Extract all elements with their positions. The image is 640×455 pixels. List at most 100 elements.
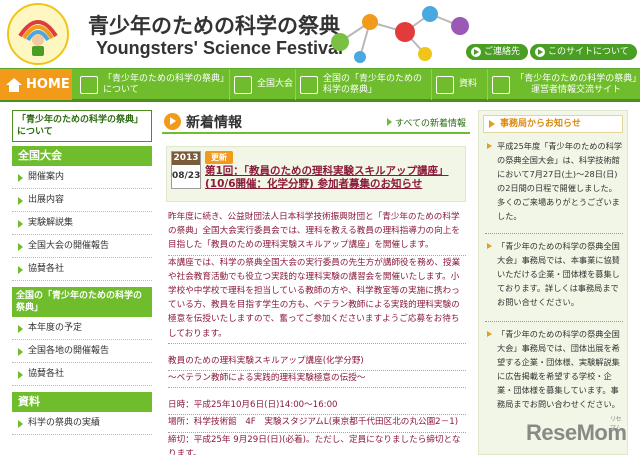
contact-button-label: ご連絡先: [484, 47, 521, 57]
person-icon: [80, 75, 98, 94]
nav-docs-label: 資料: [459, 79, 478, 89]
event-place: 場所：科学技術館 4F 実験スタジアムL(東京都千代田区北の丸公園2－1): [168, 415, 466, 433]
notice-text: 平成25年度「青少年のための科学の祭典全国大会」は、科学技術館において7月27日…: [497, 141, 623, 221]
exchange-icon: [492, 75, 510, 94]
sidebar-section-local-label: 全国の「青少年のための科学の祭典」: [16, 291, 143, 313]
sidebar-section-national[interactable]: 全国大会: [12, 146, 152, 166]
notice-item: 平成25年度「青少年のための科学の祭典全国大会」は、科学技術館において7月27日…: [485, 139, 623, 223]
molecule-illustration: [331, 6, 469, 63]
sidebar-item-event-guide[interactable]: 開催案内: [12, 166, 152, 189]
notice-text: 「青少年のための科学の祭典全国大会」事務局では、本事業に協賛いただける企業・団体…: [497, 241, 620, 307]
arrow-circle-icon: [535, 47, 545, 57]
sidebar-item-label: 実験解説集: [28, 218, 74, 228]
sidebar-section-about-label: 「青少年のための科学の祭典」について: [17, 115, 144, 137]
arrow-circle-icon: [164, 113, 181, 130]
bullet-icon: [487, 243, 492, 249]
article-paragraph: 昨年度に続き、公益財団法人日本科学技術振興財団と「青少年のための科学の祭典」全国…: [168, 210, 466, 256]
article-header: 2013 08/23 更新 第1回：「教員のための理科実験スキルアップ講座」(1…: [166, 146, 466, 202]
sidebar-section-docs-label: 資料: [18, 395, 40, 408]
nav-exchange-label: 「青少年のための科学の祭典」運営者情報交流サイト: [515, 73, 637, 95]
sidebar-item-label: 本年度の予定: [28, 323, 83, 333]
nav-home-label: HOME: [26, 77, 70, 92]
main-nav: HOME 「青少年のための科学の祭典」について 全国大会 全国の「青少年のための…: [0, 68, 640, 102]
nav-about[interactable]: 「青少年のための科学の祭典」について: [76, 69, 230, 100]
nav-national[interactable]: 全国大会: [230, 69, 296, 100]
sidebar-item-national-report[interactable]: 全国大会の開催報告: [12, 235, 152, 258]
date-month-day: 08/23: [172, 171, 201, 181]
sidebar-item-label: 開催案内: [28, 172, 65, 182]
triangle-icon: [489, 120, 495, 128]
bullet-icon: [18, 266, 23, 274]
bullet-icon: [487, 331, 492, 337]
sidebar-item-sponsors[interactable]: 協賛各社: [12, 258, 152, 281]
news-header: 新着情報 すべての新着情報: [162, 110, 470, 134]
divider: [485, 321, 623, 322]
notice-text: 「青少年のための科学の祭典全国大会」事務局では、団体出展を希望する企業・団体様、…: [497, 329, 620, 409]
arrow-circle-icon: [471, 47, 481, 57]
event-date: 日時：平成25年10月6日(日)14:00～16:00: [168, 398, 466, 416]
about-site-button-label: このサイトについて: [548, 47, 629, 57]
site-header: 青少年のための科学の祭典 Youngsters' Science Festiva…: [0, 0, 640, 66]
bullet-icon: [18, 420, 23, 428]
bullet-icon: [18, 325, 23, 333]
main-content: 新着情報 すべての新着情報 2013 08/23 更新 第1回：「教員のための理…: [162, 110, 470, 455]
page: 青少年のための科学の祭典 Youngsters' Science Festiva…: [0, 0, 640, 455]
notice-header: 事務局からお知らせ: [483, 115, 623, 133]
divider: [485, 233, 623, 234]
nav-docs[interactable]: 資料: [432, 69, 488, 100]
home-icon: [6, 77, 22, 92]
sidebar-item-schedule[interactable]: 本年度の予定: [12, 317, 152, 340]
sidebar-item-label: 科学の祭典の実績: [28, 418, 101, 428]
update-badge: 更新: [205, 151, 233, 164]
course-name: 教員のための理科実験スキルアップ講座(化学分野): [168, 354, 466, 372]
date-badge: 2013 08/23: [171, 151, 201, 189]
document-icon: [436, 75, 454, 94]
sidebar-item-exhibits[interactable]: 出展内容: [12, 189, 152, 212]
notice-item: 「青少年のための科学の祭典全国大会」事務局では、団体出展を希望する企業・団体様、…: [485, 327, 623, 411]
sidebar-section-national-label: 全国大会: [18, 149, 62, 162]
nav-national-label: 全国大会: [257, 79, 294, 89]
bullet-icon: [18, 348, 23, 356]
national-icon: [234, 75, 252, 94]
nav-home[interactable]: HOME: [0, 69, 72, 100]
sidebar-item-label: 出展内容: [28, 195, 65, 205]
nav-local-label: 全国の「青少年のための科学の祭典」: [323, 73, 423, 95]
sidebar-item-label: 協賛各社: [28, 369, 65, 379]
event-deadline: 締切：平成25年 9月29日(日)(必着)。ただし、定員になりましたら締切となり…: [168, 433, 466, 455]
festival-logo[interactable]: [6, 2, 70, 66]
bullet-icon: [18, 220, 23, 228]
contact-button[interactable]: ご連絡先: [466, 44, 529, 60]
sidebar-item-label: 全国大会の開催報告: [28, 241, 110, 251]
date-year: 2013: [172, 152, 200, 165]
resemom-watermark: ReseMom リセマム: [526, 417, 627, 446]
course-subtitle: ～ベテラン教師による実践的理科実験極意の伝授～: [168, 371, 466, 389]
sidebar-item-label: 協賛各社: [28, 264, 65, 274]
bullet-icon: [18, 197, 23, 205]
notice-sidebar: 事務局からお知らせ 平成25年度「青少年のための科学の祭典全国大会」は、科学技術…: [478, 110, 628, 455]
sidebar-section-about[interactable]: 「青少年のための科学の祭典」について: [12, 110, 152, 142]
map-icon: [300, 75, 318, 94]
sidebar-section-docs[interactable]: 資料: [12, 392, 152, 412]
notice-item: 「青少年のための科学の祭典全国大会」事務局では、本事業に協賛いただける企業・団体…: [485, 239, 623, 309]
bullet-icon: [18, 243, 23, 251]
notice-header-label: 事務局からお知らせ: [500, 119, 581, 129]
all-news-link[interactable]: すべての新着情報: [386, 116, 466, 129]
bullet-icon: [18, 371, 23, 379]
article-body: 昨年度に続き、公益財団法人日本科学技術振興財団と「青少年のための科学の祭典」全国…: [168, 210, 466, 455]
nav-about-label: 「青少年のための科学の祭典」について: [103, 73, 225, 95]
article-title[interactable]: 第1回：「教員のための理科実験スキルアップ講座」(10/6開催：化学分野) 参加…: [205, 165, 463, 191]
sidebar-item-local-report[interactable]: 全国各地の開催報告: [12, 340, 152, 363]
left-sidebar: 「青少年のための科学の祭典」について 全国大会 開催案内 出展内容 実験解説集 …: [12, 110, 152, 455]
sidebar-item-track-record[interactable]: 科学の祭典の実績: [12, 412, 152, 435]
sidebar-section-local[interactable]: 全国の「青少年のための科学の祭典」: [12, 287, 152, 317]
nav-exchange[interactable]: 「青少年のための科学の祭典」運営者情報交流サイト: [488, 69, 640, 100]
news-title: 新着情報: [186, 115, 242, 131]
watermark-sub: リセマム: [610, 417, 622, 432]
sidebar-item-label: 全国各地の開催報告: [28, 346, 110, 356]
bullet-icon: [487, 143, 492, 149]
sidebar-item-experiments[interactable]: 実験解説集: [12, 212, 152, 235]
triangle-icon: [386, 118, 392, 126]
sidebar-item-local-sponsors[interactable]: 協賛各社: [12, 363, 152, 386]
nav-local[interactable]: 全国の「青少年のための科学の祭典」: [296, 69, 432, 100]
about-site-button[interactable]: このサイトについて: [530, 44, 637, 60]
